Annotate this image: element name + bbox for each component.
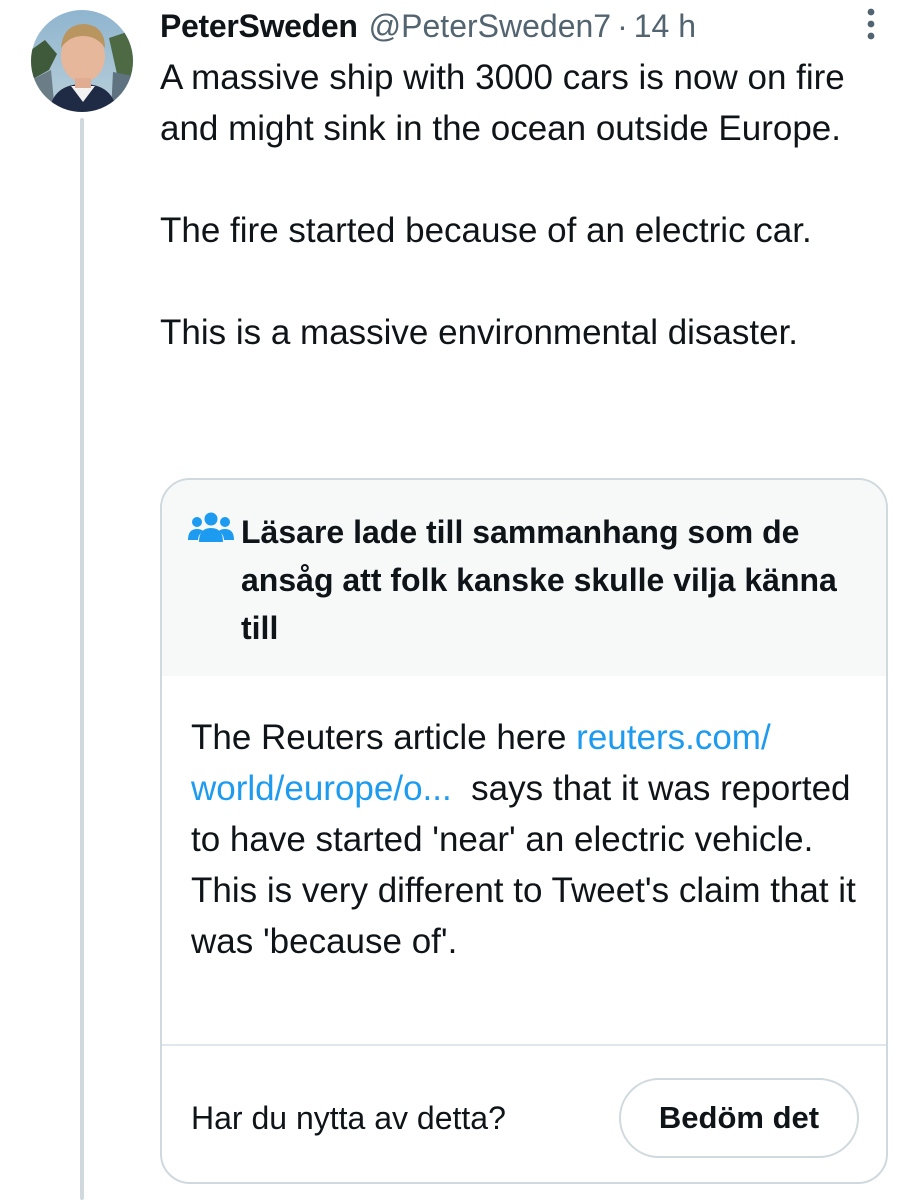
more-options-icon[interactable] [860, 4, 882, 44]
people-group-icon [188, 512, 234, 542]
tweet-paragraph: The fire started because of an electric … [160, 211, 812, 250]
note-text-before-link: The Reuters article here [191, 718, 577, 757]
note-divider [162, 1044, 886, 1046]
author-handle[interactable]: @PeterSweden7 [369, 8, 611, 45]
community-note-text: The Reuters article here reuters.com/ wo… [191, 712, 861, 967]
community-note-card: Läsare lade till sammanhang som de ansåg… [160, 478, 888, 1184]
tweet-text: A massive ship with 3000 cars is now on … [160, 52, 900, 358]
thread-connector-line [80, 118, 84, 1200]
helpful-question: Har du nytta av detta? [191, 1100, 506, 1136]
community-note-title: Läsare lade till sammanhang som de ansåg… [241, 514, 837, 646]
header-separator: · [617, 7, 628, 44]
tweet-paragraph: This is a massive environmental disaster… [160, 313, 799, 352]
community-note-header: Läsare lade till sammanhang som de ansåg… [162, 480, 886, 676]
tweet-paragraph: A massive ship with 3000 cars is now on … [160, 58, 845, 148]
author-name[interactable]: PeterSweden [160, 8, 358, 45]
tweet-header: PeterSweden @PeterSweden7 · 14 h [160, 2, 696, 50]
tweet-timestamp[interactable]: 14 h [634, 8, 696, 45]
rate-it-button[interactable]: Bedöm det [619, 1078, 859, 1158]
avatar[interactable] [31, 10, 133, 112]
avatar-photo [31, 10, 133, 112]
